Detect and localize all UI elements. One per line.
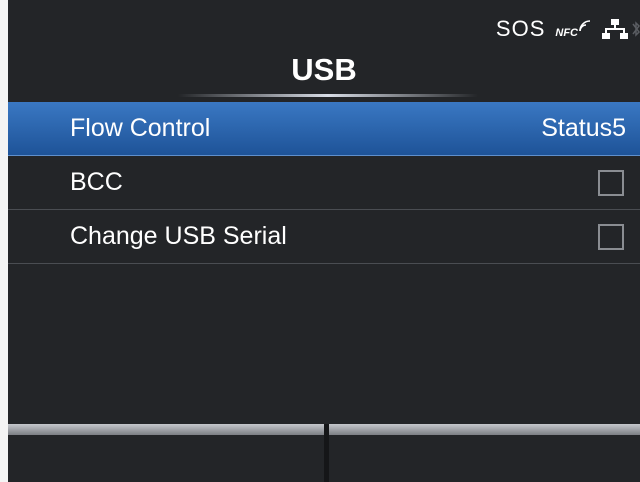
menu-item-label: Change USB Serial xyxy=(70,222,287,250)
page-title: USB xyxy=(291,52,357,87)
menu-item-bcc[interactable]: BCC xyxy=(8,156,640,210)
softkey-left-button[interactable] xyxy=(8,424,324,482)
menu-item-value: Status5 xyxy=(541,114,626,142)
softkey-right-button[interactable] xyxy=(329,424,640,482)
change-usb-serial-checkbox[interactable] xyxy=(598,223,624,250)
menu-item-flow-control[interactable]: Flow Control Status5 xyxy=(8,102,640,156)
menu-item-label: BCC xyxy=(70,168,123,196)
nfc-label: NFC xyxy=(555,27,578,39)
menu-item-change-usb-serial[interactable]: Change USB Serial xyxy=(8,210,640,264)
nfc-wave-icon xyxy=(579,20,591,32)
bcc-checkbox[interactable] xyxy=(598,169,624,196)
softkey-bar xyxy=(8,424,640,482)
menu-list: Flow Control Status5 BCC Change USB Seri… xyxy=(8,102,640,264)
menu-item-label: Flow Control xyxy=(70,114,211,142)
sos-indicator: SOS xyxy=(495,16,546,41)
status-bar: SOS NFC xyxy=(496,14,640,44)
bluetooth-icon xyxy=(632,21,640,37)
softkey-left-highlight xyxy=(8,424,324,435)
softkey-right-highlight xyxy=(329,424,640,435)
printer-display: SOS NFC USB Flow Control Status5 BCC Cha… xyxy=(8,0,640,482)
title-underline xyxy=(178,94,478,97)
network-icon xyxy=(602,19,628,39)
nfc-icon: NFC xyxy=(555,19,592,39)
